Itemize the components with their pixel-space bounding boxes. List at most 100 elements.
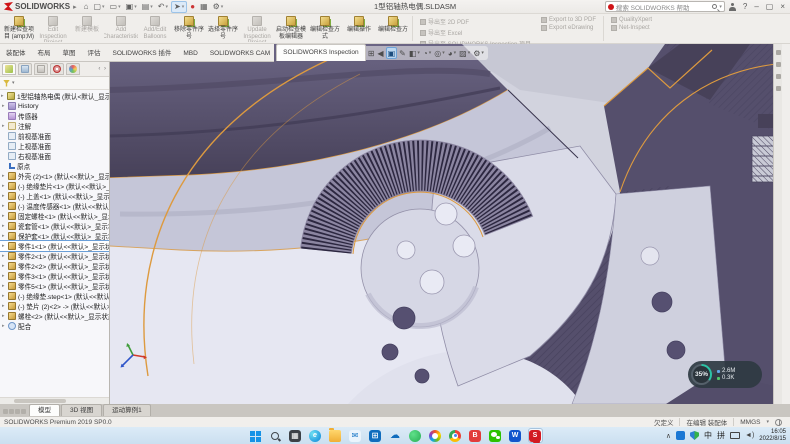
edit-inspection-project-icon[interactable]: Edit Inspection Project xyxy=(36,15,70,42)
apply-scene-icon[interactable]: ▨▾ xyxy=(458,47,471,59)
store-icon[interactable]: ⊞ xyxy=(368,428,383,443)
export-link[interactable]: Net-Inspect xyxy=(611,25,652,31)
restore-button[interactable]: ▢ xyxy=(766,2,774,11)
print-icon[interactable]: ▤▾ xyxy=(140,1,155,13)
command-tab[interactable]: SOLIDWORKS 插件 xyxy=(107,46,178,61)
tree-filter-bar[interactable]: ▾ xyxy=(0,77,109,90)
add-edit-balloons-icon[interactable]: Add/Edit Balloons xyxy=(138,15,172,42)
annotation-view-icon[interactable]: ✎▾ xyxy=(398,47,407,59)
task-pane-tab-icon[interactable] xyxy=(776,62,781,67)
task-view-icon[interactable]: ▦ xyxy=(288,428,303,443)
login-icon[interactable] xyxy=(729,3,736,11)
add-characteristic-icon[interactable]: Add Characteristic xyxy=(104,15,138,42)
command-tab[interactable]: 草图 xyxy=(57,46,82,61)
display-manager-tab[interactable] xyxy=(66,63,80,75)
edit-inspection-method-icon[interactable]: 编辑检查方式 xyxy=(308,15,342,42)
tab-scroll-buttons[interactable] xyxy=(0,409,29,416)
search-help-box[interactable]: 搜索 SOLIDWORKS 帮助 ▾ xyxy=(605,1,725,12)
command-tab[interactable]: MBD xyxy=(177,46,203,61)
ime-pinyin-indicator[interactable]: 拼 xyxy=(717,430,725,441)
select-balloons-icon[interactable]: 选择零件序号 xyxy=(206,15,240,42)
tree-row[interactable]: ▸ 零件3<1> (默认<<默认>_显示状态 xyxy=(0,271,109,281)
export-link[interactable]: QualityXpert xyxy=(611,17,652,23)
word-icon[interactable]: W xyxy=(508,428,523,443)
search-icon[interactable] xyxy=(268,428,283,443)
update-inspection-project-icon[interactable]: Update Inspection Project xyxy=(240,15,274,42)
units-caret-icon[interactable]: ▾ xyxy=(766,419,769,425)
tree-row[interactable]: ▸ 配合 xyxy=(0,321,109,331)
edit-appearance-icon[interactable]: ◕▾ xyxy=(447,47,457,59)
edit-inspection-icon[interactable]: 编辑检查方 xyxy=(376,15,410,42)
tree-row[interactable]: ▸ (-) 绝缘垫.step<1> (默认<<默认> xyxy=(0,291,109,301)
command-tab[interactable]: SOLIDWORKS Inspection xyxy=(276,44,366,61)
start-button[interactable] xyxy=(248,428,263,443)
configuration-manager-tab[interactable] xyxy=(34,63,48,75)
task-pane-tab-icon[interactable] xyxy=(776,50,781,55)
ime-mode-indicator[interactable]: 中 xyxy=(704,430,712,441)
export-link[interactable]: 导出至 2D PDF xyxy=(420,17,531,26)
command-tab[interactable]: 布局 xyxy=(32,46,57,61)
task-pane-tab-icon[interactable] xyxy=(776,86,781,91)
export-link[interactable]: Export eDrawing xyxy=(541,25,596,31)
tree-row[interactable]: ▸ 瓷套管<1> (默认<<默认>_显示状态 xyxy=(0,221,109,231)
view-orientation-icon[interactable]: ◧▾ xyxy=(408,47,421,59)
tree-row[interactable]: ▸ 传感器 xyxy=(0,111,109,121)
search-icon[interactable] xyxy=(712,4,717,9)
tree-row[interactable]: ▸ 注解 xyxy=(0,121,109,131)
notes-app-icon[interactable] xyxy=(408,428,423,443)
feature-tree-tab[interactable] xyxy=(2,63,16,75)
tree-row[interactable]: ▸ 外壳 (2)<1> (默认<<默认>_显示状 xyxy=(0,171,109,181)
close-button[interactable]: × xyxy=(780,2,785,11)
property-manager-tab[interactable] xyxy=(18,63,32,75)
minimize-button[interactable]: – xyxy=(754,2,758,11)
document-tab[interactable]: 3D 视图 xyxy=(61,404,102,416)
tree-row[interactable]: ▸ (-) 上盖<1> (默认<<默认>_显示状 xyxy=(0,191,109,201)
rebuild-icon[interactable]: ●▾ xyxy=(188,1,197,13)
document-tab[interactable]: 模型 xyxy=(29,404,60,416)
tray-app-icon[interactable] xyxy=(676,431,685,440)
tree-row[interactable]: ▸ (-) 绝缘垫片<1> (默认<<默认>_显 xyxy=(0,181,109,191)
undo-icon[interactable]: ↶▾ xyxy=(156,1,170,13)
tree-row[interactable]: ▸ 前视基准面 xyxy=(0,131,109,141)
tree-row[interactable]: ▸ 右视基准面 xyxy=(0,151,109,161)
dimxpert-manager-tab[interactable] xyxy=(50,63,64,75)
tree-row[interactable]: ▸ 零件1<1> (默认<<默认>_显示状态= xyxy=(0,241,109,251)
help-button[interactable]: ? xyxy=(743,2,747,11)
export-link[interactable]: 导出至 Excel xyxy=(420,28,531,37)
section-view-icon[interactable]: ▣▾ xyxy=(386,47,398,59)
view-settings-icon[interactable]: ⚙▾ xyxy=(472,47,485,59)
tree-row[interactable]: ▸ 原点 xyxy=(0,161,109,171)
home-icon[interactable]: ⌂▾ xyxy=(82,1,91,13)
tree-row[interactable]: ▸ 零件2<1> (默认<<默认>_显示状态 xyxy=(0,251,109,261)
tree-horizontal-scrollbar[interactable] xyxy=(0,397,109,404)
select-icon[interactable]: ➤▾ xyxy=(171,1,187,13)
command-tab[interactable]: SOLIDWORKS CAM xyxy=(204,46,276,61)
edit-operation-icon[interactable]: 编辑操作 xyxy=(342,15,376,42)
tree-row[interactable]: ▸ (-) 温度传感器<1> (默认<<默认>_ xyxy=(0,201,109,211)
save-icon[interactable]: ▣▾ xyxy=(124,1,139,13)
task-pane-collapsed[interactable] xyxy=(773,44,782,404)
onedrive-icon[interactable]: ☁ xyxy=(388,428,403,443)
remove-balloons-icon[interactable]: 移除零件序号 xyxy=(172,15,206,42)
tree-row[interactable]: ▸ (-) 垫片 (2)<2> -> (默认<<默认> xyxy=(0,301,109,311)
task-pane-tab-icon[interactable] xyxy=(776,74,781,79)
search-caret-icon[interactable]: ▾ xyxy=(719,4,722,10)
file-explorer-icon[interactable] xyxy=(328,428,343,443)
wechat-icon[interactable] xyxy=(488,428,503,443)
previous-view-icon[interactable]: ◀▾ xyxy=(376,47,384,59)
new-document-icon[interactable]: ▢▾ xyxy=(91,1,106,13)
options-icon[interactable]: ⚙▾ xyxy=(211,1,226,13)
display-style-icon[interactable]: ◔▾ xyxy=(422,47,432,59)
tray-overflow-icon[interactable]: ∧ xyxy=(666,432,671,440)
scrollbar-thumb[interactable] xyxy=(14,399,66,403)
command-tab[interactable]: 评估 xyxy=(82,46,107,61)
reader-app-icon[interactable]: B xyxy=(468,428,483,443)
globe-icon[interactable] xyxy=(775,419,782,426)
mail-icon[interactable]: ✉ xyxy=(348,428,363,443)
clock[interactable]: 16:05 2022/8/15 xyxy=(759,429,786,443)
3d-model-scene[interactable] xyxy=(110,44,782,404)
unit-system[interactable]: MMGS xyxy=(740,419,760,426)
file-properties-icon[interactable]: ▦▾ xyxy=(198,1,210,13)
graphics-area[interactable]: ⊕▾ ⊞▾ ◀▾ ▣▾ ✎▾ ◧▾ ◔▾ ◎▾ ◕▾ ▨▾ ⚙▾ xyxy=(110,44,782,404)
menu-expand-arrow-icon[interactable]: ▸ xyxy=(73,3,77,11)
